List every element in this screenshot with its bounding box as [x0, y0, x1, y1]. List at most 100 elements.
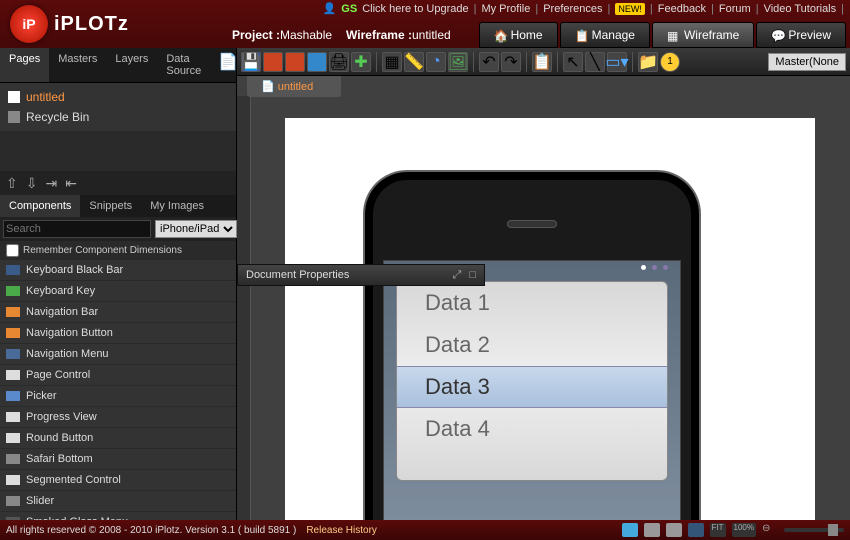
cursor-tool[interactable]: ↖ [563, 52, 583, 72]
ruler-button[interactable]: 📏 [404, 52, 424, 72]
footer-icon-100[interactable]: 100% [732, 523, 756, 537]
undo-button[interactable]: ↶ [479, 52, 499, 72]
document-properties-panel[interactable]: Document Properties ⤢□ [237, 264, 485, 286]
component-label: Navigation Menu [26, 348, 109, 360]
page-tools: ⇧ ⇩ ⇥ ⇤ [0, 171, 236, 195]
collapse-icon[interactable]: ⤢ [453, 269, 462, 282]
component-item[interactable]: Navigation Button [0, 323, 236, 344]
component-item[interactable]: Keyboard Black Bar [0, 260, 236, 281]
footer-icon-4[interactable] [688, 523, 704, 537]
release-history-link[interactable]: Release History [306, 525, 377, 536]
badge-1[interactable]: 1 [660, 52, 680, 72]
forum-link[interactable]: Forum [719, 3, 751, 15]
footer-icon-1[interactable] [622, 523, 638, 537]
tutorials-link[interactable]: Video Tutorials [764, 3, 837, 15]
upgrade-link[interactable]: Click here to Upgrade [362, 3, 468, 15]
search-input[interactable] [3, 220, 151, 238]
master-dropdown[interactable]: Master(None [768, 53, 846, 71]
logo[interactable]: iP iPLOTz [0, 5, 139, 43]
picker-row[interactable]: Data 1 [397, 282, 667, 324]
iphone-frame[interactable]: Data 1Data 2Data 3Data 4 QWERTYUIOP [363, 170, 701, 520]
component-list[interactable]: Keyboard Black BarKeyboard Key Navigation… [0, 260, 236, 520]
component-item[interactable]: Navigation Menu [0, 344, 236, 365]
tab-data-source[interactable]: Data Source [157, 48, 210, 82]
zoom-out-icon[interactable]: ⊖ [762, 523, 778, 537]
logo-badge: iP [10, 5, 48, 43]
project-label: Project : [232, 28, 280, 42]
tab-pages[interactable]: Pages [0, 48, 49, 82]
tab-components[interactable]: Components [0, 195, 80, 217]
component-item[interactable]: Segmented Control [0, 470, 236, 491]
component-item[interactable]: Safari Bottom [0, 449, 236, 470]
tab-masters[interactable]: Masters [49, 48, 106, 82]
picker-row[interactable]: Data 2 [397, 324, 667, 366]
component-item[interactable]: Page Control [0, 365, 236, 386]
indent-right-icon[interactable]: ⇥ [45, 175, 57, 192]
page-list: untitled Recycle Bin [0, 83, 236, 131]
feedback-link[interactable]: Feedback [658, 3, 706, 15]
line-tool[interactable]: ╲ [585, 52, 605, 72]
zoom-thumb[interactable] [828, 524, 838, 536]
remember-checkbox[interactable] [6, 244, 19, 257]
page-item-recycle[interactable]: Recycle Bin [0, 107, 236, 127]
folder-button[interactable]: 📁 [638, 52, 658, 72]
picker-row[interactable]: Data 4 [397, 408, 667, 450]
shape-tool[interactable]: ▭▾ [607, 52, 627, 72]
toolbar: 💾 🖨 ✚ ▦ 📏 ◔ 🖼 ↶ ↷ 📋 ↖ ╲ ▭▾ 📁 1 Master(No… [237, 48, 850, 76]
canvas[interactable]: 📄 untitled Data 1Data 2Data 3Data 4 QWER… [237, 76, 850, 520]
clock-button[interactable]: ◔ [426, 52, 446, 72]
tab-preview[interactable]: 💬Preview [756, 22, 846, 48]
remember-dimensions[interactable]: Remember Component Dimensions [0, 241, 236, 260]
component-label: Navigation Bar [26, 306, 98, 318]
component-item[interactable]: Slider [0, 491, 236, 512]
user-initials[interactable]: GS [341, 3, 357, 15]
page-tabs: Pages Masters Layers Data Source 📄 [0, 48, 236, 83]
component-item[interactable]: Smoked Glass Menu [0, 512, 236, 520]
tab-layers[interactable]: Layers [106, 48, 157, 82]
document-tab[interactable]: 📄 untitled [247, 76, 341, 97]
component-icon [6, 370, 20, 380]
component-icon [6, 391, 20, 401]
add-button[interactable]: ✚ [351, 52, 371, 72]
user-icon: 👤 [323, 2, 337, 15]
tab-home[interactable]: 🏠Home [479, 22, 558, 48]
profile-link[interactable]: My Profile [481, 3, 530, 15]
tab-snippets[interactable]: Snippets [80, 195, 141, 217]
zoom-slider[interactable] [784, 528, 844, 532]
preferences-link[interactable]: Preferences [543, 3, 602, 15]
footer-icons: FIT 100% ⊖ [622, 523, 844, 537]
component-item[interactable]: Picker [0, 386, 236, 407]
footer-icon-fit[interactable]: FIT [710, 523, 726, 537]
component-item[interactable]: Round Button [0, 428, 236, 449]
component-label: Safari Bottom [26, 453, 93, 465]
canvas-page[interactable]: Data 1Data 2Data 3Data 4 QWERTYUIOP [285, 118, 815, 520]
maximize-icon[interactable]: □ [469, 269, 476, 282]
indent-left-icon[interactable]: ⇤ [65, 175, 77, 192]
paste-button[interactable]: 📋 [532, 52, 552, 72]
image-button[interactable]: 🖼 [448, 52, 468, 72]
move-down-icon[interactable]: ⇩ [26, 175, 38, 192]
category-dropdown[interactable]: iPhone/iPad [155, 220, 237, 238]
component-item[interactable]: Keyboard Key [0, 281, 236, 302]
page-item-untitled[interactable]: untitled [0, 87, 236, 107]
footer-icon-windows[interactable] [644, 523, 660, 537]
picker-row[interactable]: Data 3 [397, 366, 667, 408]
move-up-icon[interactable]: ⇧ [6, 175, 18, 192]
footer-icon-mac[interactable] [666, 523, 682, 537]
picker-component[interactable]: Data 1Data 2Data 3Data 4 [396, 281, 668, 481]
grid-button[interactable]: ▦ [382, 52, 402, 72]
tool-btn-4[interactable] [307, 52, 327, 72]
component-item[interactable]: Progress View [0, 407, 236, 428]
tab-manage[interactable]: 📋Manage [560, 22, 650, 48]
phone-screen[interactable]: Data 1Data 2Data 3Data 4 QWERTYUIOP [383, 260, 681, 520]
tool-btn-2[interactable] [263, 52, 283, 72]
manage-icon: 📋 [575, 29, 587, 41]
redo-button[interactable]: ↷ [501, 52, 521, 72]
component-icon [6, 328, 20, 338]
tool-btn-3[interactable] [285, 52, 305, 72]
print-button[interactable]: 🖨 [329, 52, 349, 72]
tab-my-images[interactable]: My Images [141, 195, 213, 217]
tab-wireframe[interactable]: ▦Wireframe [652, 22, 754, 48]
component-item[interactable]: Navigation Bar [0, 302, 236, 323]
component-label: Picker [26, 390, 57, 402]
